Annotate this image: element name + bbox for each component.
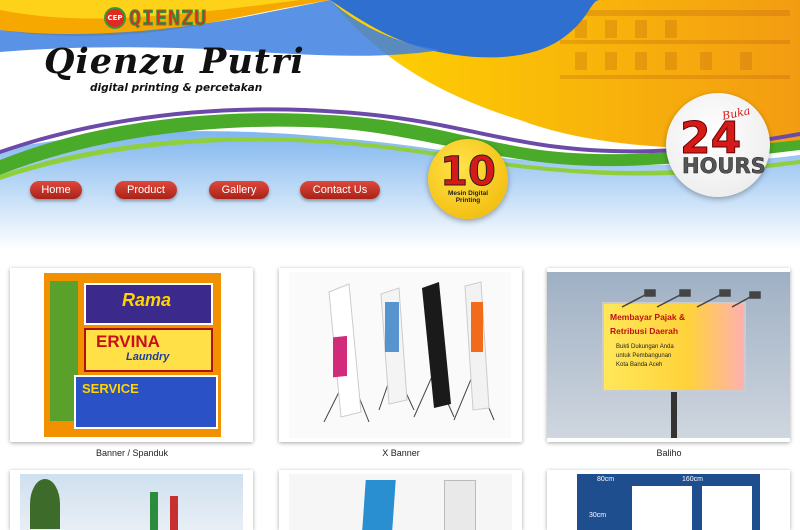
baliho-thumbnail: Membayar Pajak & Retribusi Daerah Bukti … bbox=[547, 272, 790, 438]
nav-home[interactable]: Home bbox=[30, 181, 82, 199]
thumb-4-flag-1 bbox=[150, 492, 158, 530]
gallery-thumb-5 bbox=[289, 474, 512, 530]
thumb-6-panel-1 bbox=[632, 486, 692, 530]
baliho-line2: Retribusi Daerah bbox=[610, 326, 679, 336]
banner-ervina-text: ERVINA bbox=[96, 332, 160, 351]
nav-contact-us[interactable]: Contact Us bbox=[300, 181, 380, 199]
gallery-card-6[interactable]: 80cm 30cm 160cm bbox=[547, 470, 790, 530]
x-banner-stands bbox=[323, 281, 495, 423]
banner-strip-2: ERVINA Laundry bbox=[84, 328, 213, 372]
thumb-5-banner-white bbox=[444, 480, 476, 530]
gallery-caption-banner[interactable]: Banner / Spanduk bbox=[10, 448, 254, 458]
gallery-thumb-6: 80cm 30cm 160cm bbox=[577, 474, 760, 530]
banner-rama-text: Rama bbox=[122, 290, 172, 310]
thumb-6-size-160: 160cm bbox=[682, 476, 704, 483]
baliho-line3: Bukti Dukungan Anda bbox=[616, 344, 674, 350]
baliho-lights bbox=[621, 289, 761, 308]
banner-strip-3: SERVICE bbox=[74, 375, 218, 429]
thumb-5-banner-blue bbox=[362, 480, 396, 530]
gallery-card-4[interactable] bbox=[10, 470, 253, 530]
gallery-caption-baliho[interactable]: Baliho bbox=[547, 448, 791, 458]
logo-word: QIENZU bbox=[128, 6, 208, 31]
banner-laundry-text: Laundry bbox=[126, 351, 170, 363]
banner-service-text: SERVICE bbox=[82, 381, 139, 396]
gallery-card-baliho[interactable]: Membayar Pajak & Retribusi Daerah Bukti … bbox=[547, 268, 790, 442]
open-24-hours-badge: Buka 24 HOURS bbox=[666, 93, 770, 197]
baliho-line5: Kota Banda Aceh bbox=[616, 362, 663, 368]
x-banner-thumbnail bbox=[289, 272, 511, 438]
thumb-4-flag-2 bbox=[170, 496, 178, 530]
brand-name: Qienzu Putri bbox=[44, 41, 305, 82]
baliho-line4: untuk Pembangunan bbox=[616, 353, 672, 359]
banner-thumbnail: Rama ERVINA Laundry SERVICE bbox=[44, 273, 221, 437]
nav-product[interactable]: Product bbox=[115, 181, 177, 199]
badge-24-hours: HOURS bbox=[682, 154, 766, 179]
gallery-caption-x-banner[interactable]: X Banner bbox=[279, 448, 523, 458]
gallery-card-banner[interactable]: Rama ERVINA Laundry SERVICE bbox=[10, 268, 253, 442]
small-logo: CEP QIENZU bbox=[104, 6, 208, 31]
badge-ten-caption: Mesin Digital Printing bbox=[447, 189, 489, 204]
gallery-card-x-banner[interactable] bbox=[279, 268, 522, 442]
site-header: CEP QIENZU Qienzu Putri digital printing… bbox=[0, 0, 800, 250]
thumb-6-panel-2 bbox=[702, 486, 752, 530]
logo-badge: CEP bbox=[104, 7, 126, 29]
thumb-4-tree bbox=[30, 479, 60, 529]
ten-machines-badge: 10 Mesin Digital Printing bbox=[428, 139, 508, 219]
gallery-card-5[interactable] bbox=[279, 470, 522, 530]
banner-strip-1: Rama bbox=[84, 283, 213, 325]
thumb-6-size-30: 30cm bbox=[589, 512, 607, 519]
gallery-thumb-4 bbox=[20, 474, 243, 530]
nav-gallery[interactable]: Gallery bbox=[209, 181, 269, 199]
badge-ten-number: 10 bbox=[440, 148, 497, 195]
brand-tagline: digital printing & percetakan bbox=[90, 82, 263, 94]
thumb-6-size-80: 80cm bbox=[597, 476, 615, 483]
